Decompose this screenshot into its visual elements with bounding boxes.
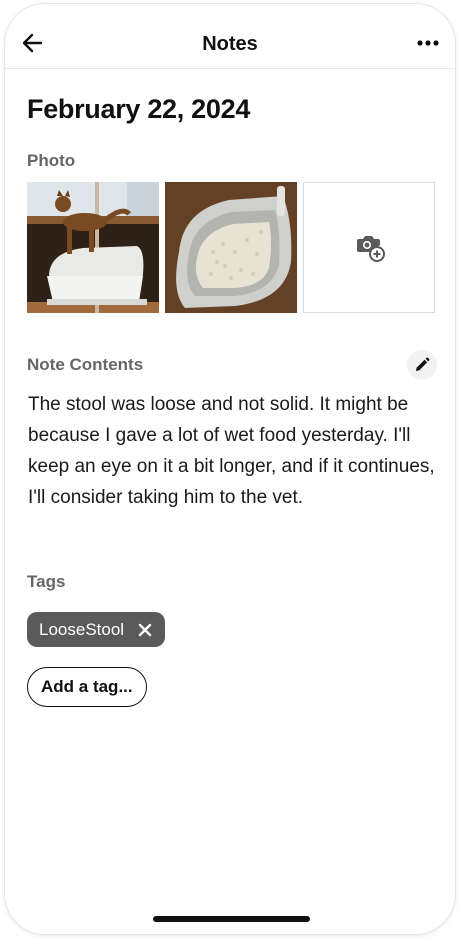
- app-header: Notes: [5, 4, 455, 69]
- photo-cat-litter-box: [27, 182, 159, 313]
- tags-section-label: Tags: [27, 572, 66, 591]
- more-horizontal-icon: [417, 40, 439, 46]
- page-title: Notes: [202, 33, 258, 55]
- note-body-text: The stool was loose and not solid. It mi…: [28, 394, 435, 508]
- pencil-icon: [416, 357, 430, 371]
- note-contents-label: Note Contents: [27, 355, 144, 374]
- photo-thumbnail-2[interactable]: [165, 182, 297, 313]
- photo-thumbnail-1[interactable]: [27, 182, 159, 313]
- add-tag-button[interactable]: Add a tag...: [27, 667, 147, 707]
- note-date: February 22, 2024: [27, 94, 251, 124]
- photo-gallery: [27, 182, 436, 315]
- add-photo-button[interactable]: [303, 182, 435, 313]
- close-icon[interactable]: [137, 622, 153, 638]
- tag-chip-label: LooseStool: [39, 619, 125, 639]
- edit-note-button[interactable]: [407, 350, 437, 380]
- photo-litter-tray: [165, 182, 297, 313]
- home-indicator: [153, 916, 310, 922]
- more-options-button[interactable]: [413, 28, 443, 58]
- phone-frame: Notes February 22, 2024 Photo Note Conte…: [5, 4, 455, 934]
- tag-chip: LooseStool: [27, 612, 166, 647]
- camera-plus-icon: [357, 236, 385, 262]
- photo-section-label: Photo: [27, 151, 76, 170]
